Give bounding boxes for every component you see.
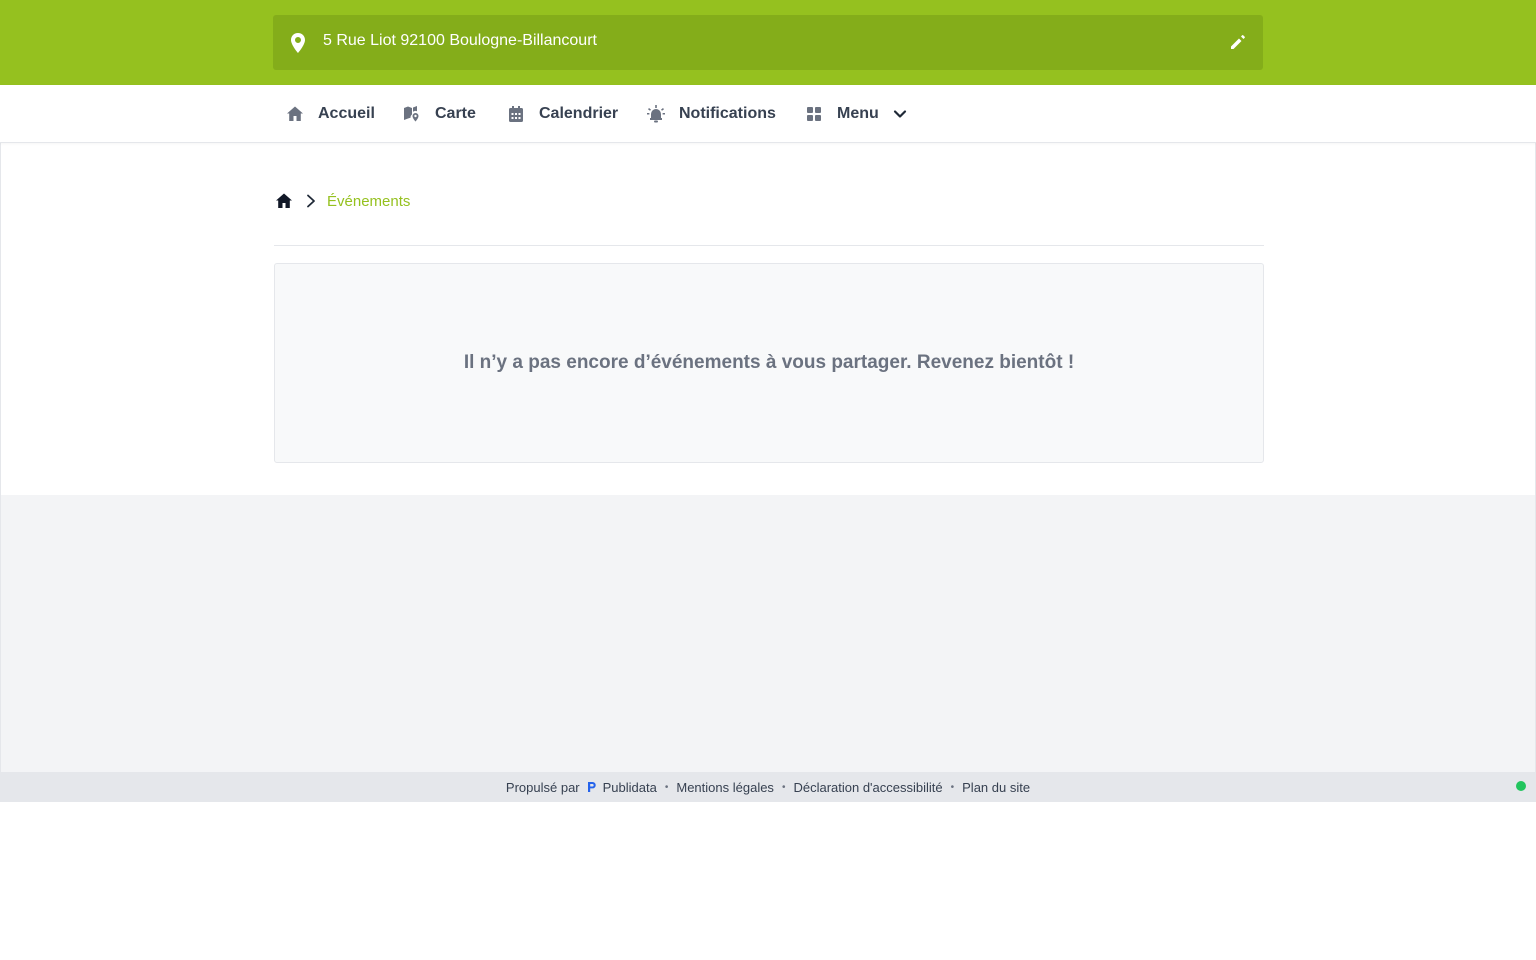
nav-item-notifications[interactable]: Notifications — [647, 85, 776, 142]
home-icon[interactable] — [275, 192, 293, 210]
footer: Propulsé par Publidata • Mentions légale… — [1, 772, 1535, 802]
legal-notice-link[interactable]: Mentions légales — [676, 780, 774, 795]
calendar-icon — [509, 105, 523, 122]
status-indicator — [1516, 781, 1526, 791]
pencil-icon[interactable] — [1229, 33, 1247, 51]
page-background — [1, 495, 1535, 772]
accessibility-link[interactable]: Déclaration d'accessibilité — [793, 780, 942, 795]
alarm-bell-icon — [647, 104, 665, 122]
empty-state-message: Il n’y a pas encore d’événements à vous … — [463, 352, 1075, 373]
main-nav: Accueil Carte Calendrier Notifications M… — [0, 85, 1536, 143]
breadcrumb-current[interactable]: Événements — [327, 193, 410, 210]
sitemap-link[interactable]: Plan du site — [962, 780, 1030, 795]
nav-item-calendrier[interactable]: Calendrier — [507, 85, 618, 142]
nav-item-carte[interactable]: Carte — [403, 85, 476, 142]
powered-by-text: Propulsé par — [505, 779, 580, 795]
nav-item-label: Menu — [837, 104, 879, 122]
nav-item-label: Notifications — [679, 104, 776, 122]
separator-dot: • — [950, 781, 955, 793]
map-marker-icon — [404, 105, 419, 121]
chevron-right-icon — [307, 194, 315, 208]
separator-dot: • — [664, 781, 669, 793]
location-pin-icon — [291, 33, 305, 53]
nav-item-label: Calendrier — [539, 104, 619, 122]
chevron-down-icon — [893, 109, 906, 118]
address-bar[interactable]: 5 Rue Liot 92100 Boulogne-Billancourt — [273, 15, 1263, 70]
home-icon — [287, 106, 303, 121]
separator-dot: • — [781, 781, 786, 793]
publidata-link[interactable]: Publidata — [603, 780, 657, 795]
publidata-logo-icon — [587, 782, 596, 792]
nav-item-label: Accueil — [318, 104, 375, 122]
empty-state: Il n’y a pas encore d’événements à vous … — [274, 263, 1264, 463]
nav-item-accueil[interactable]: Accueil — [286, 85, 375, 142]
breadcrumb: Événements — [275, 190, 410, 212]
divider — [274, 245, 1264, 246]
top-bar: 5 Rue Liot 92100 Boulogne-Billancourt — [0, 0, 1536, 85]
address-text: 5 Rue Liot 92100 Boulogne-Billancourt — [323, 32, 597, 49]
nav-item-label: Carte — [435, 104, 476, 122]
nav-item-menu[interactable]: Menu — [805, 85, 907, 142]
grid-icon — [807, 106, 821, 121]
